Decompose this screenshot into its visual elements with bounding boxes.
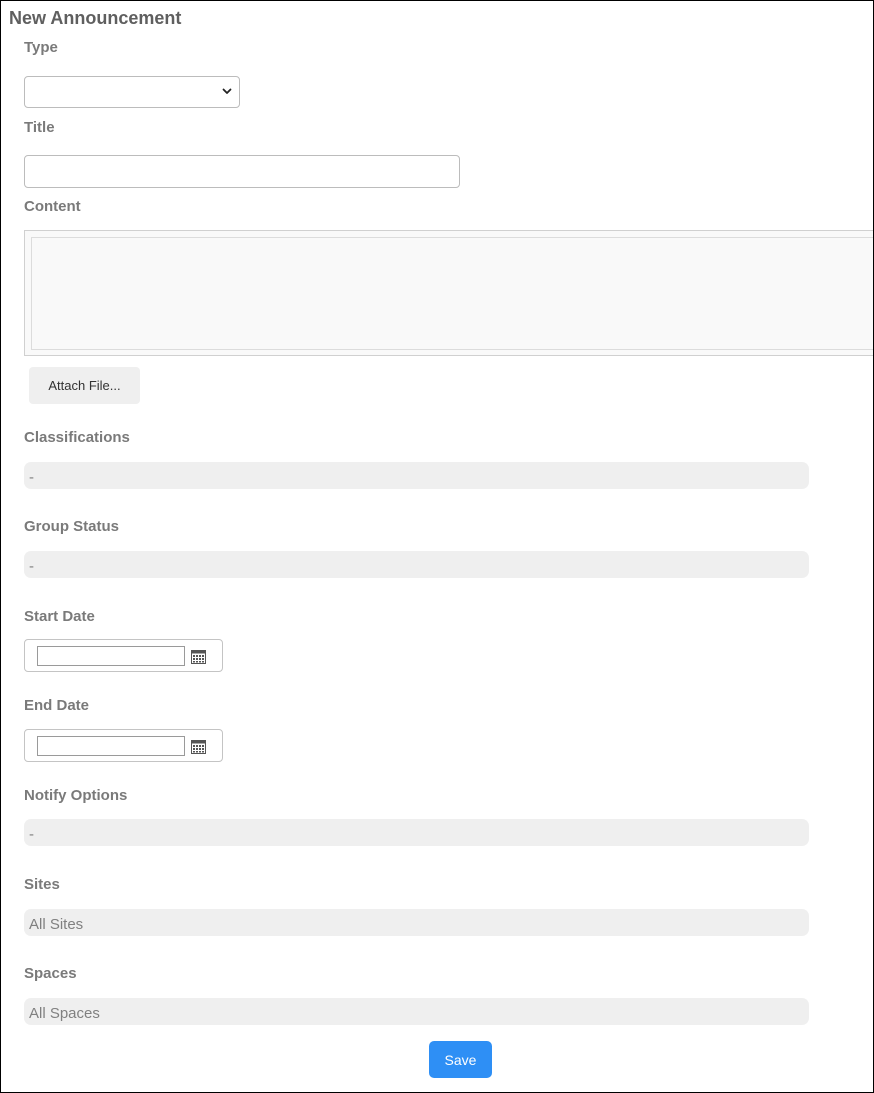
spaces-value: All Spaces: [24, 998, 809, 1025]
classifications-label: Classifications: [24, 429, 130, 446]
start-date-input[interactable]: [37, 646, 185, 666]
content-label: Content: [24, 198, 81, 215]
end-date-input[interactable]: [37, 736, 185, 756]
group-status-value: -: [24, 551, 809, 578]
notify-options-value: -: [24, 819, 809, 846]
page-title: New Announcement: [9, 8, 182, 28]
content-editor-area[interactable]: [31, 237, 873, 350]
end-date-label: End Date: [24, 697, 90, 714]
save-button[interactable]: Save: [429, 1041, 492, 1078]
start-date-label: Start Date: [24, 608, 95, 625]
attach-file-button[interactable]: Attach File...: [29, 367, 140, 404]
sites-value: All Sites: [24, 909, 809, 936]
title-label: Title: [24, 119, 55, 136]
content-editor: [24, 230, 873, 356]
start-date-picker: [24, 639, 223, 672]
group-status-label: Group Status: [24, 518, 120, 535]
sites-label: Sites: [24, 876, 60, 893]
end-date-picker: [24, 729, 223, 762]
type-label: Type: [24, 39, 58, 56]
type-select[interactable]: [24, 76, 240, 108]
notify-options-label: Notify Options: [24, 787, 128, 804]
calendar-icon[interactable]: [191, 740, 206, 754]
announcement-form: New Announcement Type Title Content Atta…: [0, 0, 874, 1093]
chevron-down-icon: [222, 88, 232, 94]
calendar-icon[interactable]: [191, 650, 206, 664]
spaces-label: Spaces: [24, 965, 77, 982]
title-input[interactable]: [24, 155, 460, 188]
classifications-value: -: [24, 462, 809, 489]
